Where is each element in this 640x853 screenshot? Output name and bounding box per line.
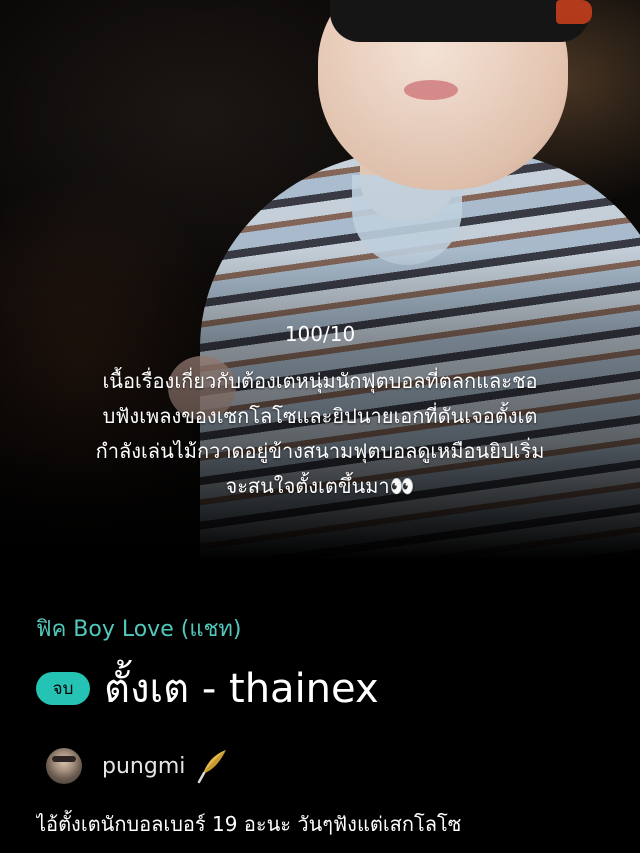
author-row[interactable]: pungmi bbox=[46, 744, 229, 788]
synopsis-line: บฟังเพลงของเซกโลโซและยิปนายเอกที่ดันเจอต… bbox=[102, 404, 538, 428]
synopsis-line: จะสนใจตั้งเตขึ้นมา👀 bbox=[225, 474, 415, 498]
story-title-row: จบ ตั้งเต - thainex bbox=[36, 660, 379, 716]
story-category-link[interactable]: ฟิค Boy Love (แชท) bbox=[36, 611, 242, 646]
story-title: ตั้งเต - thainex bbox=[104, 666, 379, 712]
status-badge: จบ bbox=[36, 671, 90, 705]
cover-rating: 100/10 bbox=[284, 322, 356, 346]
avatar[interactable] bbox=[46, 748, 82, 784]
quill-icon bbox=[195, 748, 229, 784]
author-name[interactable]: pungmi bbox=[102, 754, 185, 779]
synopsis-line: เนื้อเรื่องเกี่ยวกับต้องเตหนุ่มนักฟุตบอล… bbox=[102, 369, 538, 393]
cover-synopsis: เนื้อเรื่องเกี่ยวกับต้องเตหนุ่มนักฟุตบอล… bbox=[24, 364, 616, 504]
story-tagline: ไอ้ตั้งเตนักบอลเบอร์ 19 อะนะ วันๆฟังแต่เ… bbox=[36, 812, 462, 836]
synopsis-line: กำลังเล่นไม้กวาดอยู่ข้างสนามฟุตบอลดูเหมื… bbox=[95, 439, 545, 463]
